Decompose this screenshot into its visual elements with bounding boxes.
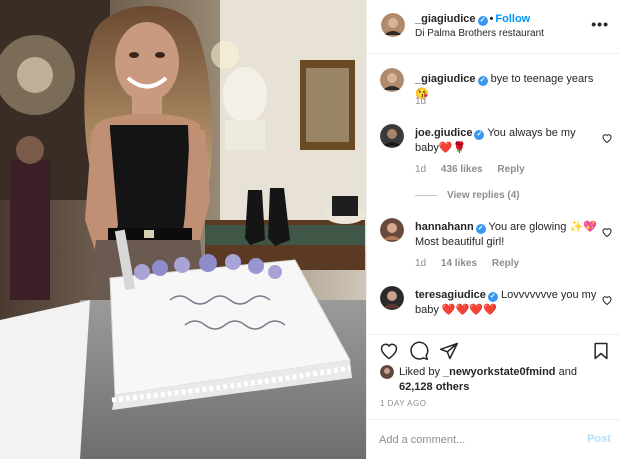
post-photo[interactable] bbox=[0, 0, 366, 459]
comment-time[interactable]: 1d bbox=[415, 96, 426, 107]
verified-check-icon: ✓ bbox=[477, 76, 488, 86]
replies-divider bbox=[415, 194, 437, 196]
comment-meta: 1d 436 likes Reply bbox=[415, 164, 537, 175]
post-side-panel: _giagiudice ✓ • Follow Di Palma Brothers re… bbox=[366, 0, 620, 459]
post-actions-bar bbox=[367, 334, 620, 364]
author-username[interactable]: _giagiudice bbox=[415, 13, 476, 25]
comment-body: joe.giudice ✓ You always be my baby❤️🌹 bbox=[415, 126, 597, 156]
bookmark-icon[interactable] bbox=[591, 341, 611, 361]
comment-body: _giagiudice ✓ bye to teenage years 😘 bbox=[415, 72, 597, 102]
paper-plane-icon[interactable] bbox=[439, 341, 459, 361]
comment-username[interactable]: joe.giudice bbox=[415, 127, 472, 139]
comments-list: _giagiudice ✓ bye to teenage years 😘 1d j… bbox=[367, 54, 620, 334]
heart-icon[interactable] bbox=[379, 341, 399, 361]
view-replies-label: View replies (4) bbox=[447, 190, 520, 201]
liker-username[interactable]: _newyorkstate0fmind bbox=[443, 366, 555, 378]
like-comment-heart-icon[interactable] bbox=[601, 294, 613, 306]
post-location[interactable]: Di Palma Brothers restaurant bbox=[415, 28, 544, 39]
like-comment-heart-icon[interactable] bbox=[601, 132, 613, 144]
view-replies-button[interactable]: View replies (4) bbox=[415, 190, 520, 201]
comment-body: hannahann ✓ You are glowing ✨💖 Most beaut… bbox=[415, 220, 597, 250]
comment-bubble-icon[interactable] bbox=[409, 341, 429, 361]
comment-username[interactable]: hannahann bbox=[415, 221, 474, 233]
liker-avatar[interactable] bbox=[380, 365, 394, 379]
commenter-avatar[interactable] bbox=[380, 124, 404, 148]
likes-text: Liked by _newyorkstate0fmind and 62,128 … bbox=[399, 365, 609, 395]
likes-summary: Liked by _newyorkstate0fmind and 62,128 … bbox=[367, 364, 620, 394]
author-avatar[interactable] bbox=[381, 13, 405, 37]
likes-count[interactable]: 62,128 others bbox=[399, 381, 469, 393]
reply-button[interactable]: Reply bbox=[497, 164, 524, 175]
author-line: _giagiudice ✓ • Follow bbox=[415, 13, 530, 26]
comment-likes[interactable]: 436 likes bbox=[441, 164, 483, 175]
commenter-avatar[interactable] bbox=[380, 286, 404, 310]
more-options-icon[interactable]: ••• bbox=[591, 16, 609, 32]
comment-meta: 1d 14 likes Reply bbox=[415, 258, 531, 269]
comment-time[interactable]: 1d bbox=[415, 164, 426, 175]
verified-check-icon: ✓ bbox=[487, 292, 498, 302]
verified-check-icon: ✓ bbox=[475, 224, 486, 234]
post-header: _giagiudice ✓ • Follow Di Palma Brothers re… bbox=[367, 0, 620, 54]
verified-check-icon: ✓ bbox=[477, 16, 488, 26]
commenter-avatar[interactable] bbox=[380, 68, 404, 92]
add-comment-input[interactable] bbox=[379, 431, 569, 449]
comment-likes[interactable]: 14 likes bbox=[441, 258, 477, 269]
reply-button[interactable]: Reply bbox=[492, 258, 519, 269]
follow-button[interactable]: Follow bbox=[495, 13, 530, 25]
comment-username[interactable]: _giagiudice bbox=[415, 73, 476, 85]
instagram-post-view: _giagiudice ✓ • Follow Di Palma Brothers re… bbox=[0, 0, 620, 459]
likes-prefix: Liked by bbox=[399, 366, 440, 378]
post-comment-button[interactable]: Post bbox=[587, 433, 611, 445]
likes-and: and bbox=[558, 366, 577, 378]
separator-dot: • bbox=[489, 13, 494, 25]
post-timestamp[interactable]: 1 DAY AGO bbox=[380, 399, 426, 408]
comment-meta: 1d bbox=[415, 96, 438, 107]
commenter-avatar[interactable] bbox=[380, 218, 404, 242]
birthday-photo-illustration bbox=[0, 0, 366, 459]
comment-composer: Post bbox=[367, 419, 620, 459]
comment-body: teresagiudice ✓ Lovvvvvvve you my baby ❤️… bbox=[415, 288, 597, 318]
like-comment-heart-icon[interactable] bbox=[601, 226, 613, 238]
comment-time[interactable]: 1d bbox=[415, 258, 426, 269]
comment-username[interactable]: teresagiudice bbox=[415, 289, 486, 301]
verified-check-icon: ✓ bbox=[474, 130, 485, 140]
